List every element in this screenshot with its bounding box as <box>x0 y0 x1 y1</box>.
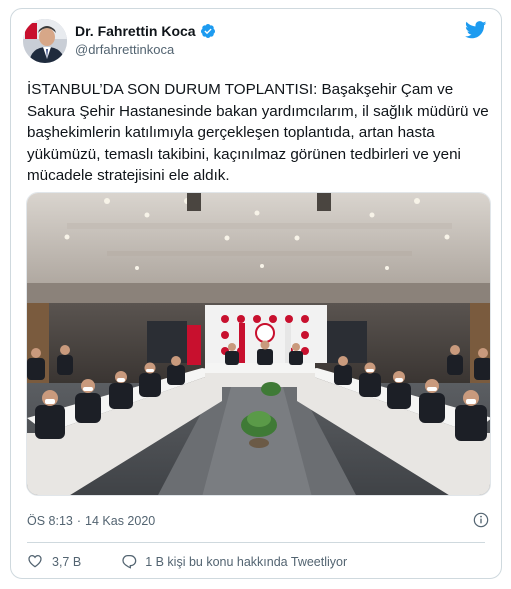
verified-badge-icon <box>200 23 216 39</box>
tweet-photo[interactable] <box>26 192 491 496</box>
reply-conversation-link[interactable]: 1 B kişi bu konu hakkında Tweetliyor <box>121 553 347 572</box>
tweet-date[interactable]: 14 Kas 2020 <box>85 514 155 528</box>
meta-separator: · <box>76 514 82 528</box>
twitter-bird-icon[interactable] <box>465 21 487 39</box>
like-button[interactable]: 3,7 B <box>27 553 81 572</box>
like-count: 3,7 B <box>52 555 82 569</box>
reply-text: 1 B kişi bu konu hakkında Tweetliyor <box>145 555 348 569</box>
avatar[interactable] <box>23 19 67 63</box>
info-icon[interactable] <box>473 512 489 528</box>
divider <box>27 542 485 543</box>
tweet-actions: 3,7 B 1 B kişi bu konu hakkında Tweetliy… <box>27 552 347 572</box>
tweet-time[interactable]: ÖS 8:13 <box>27 514 73 528</box>
heart-icon <box>27 553 43 572</box>
reply-bubble-icon <box>121 553 137 572</box>
author-display-name[interactable]: Dr. Fahrettin Koca <box>75 23 196 39</box>
tweet-card: Dr. Fahrettin Koca @drfahrettinkoca İSTA… <box>10 8 502 579</box>
tweet-text: İSTANBUL’DA SON DURUM TOPLANTISI: Başakş… <box>27 81 489 184</box>
author-info: Dr. Fahrettin Koca @drfahrettinkoca <box>75 23 216 57</box>
tweet-meta: ÖS 8:13 · 14 Kas 2020 <box>27 512 489 528</box>
author-handle[interactable]: @drfahrettinkoca <box>75 42 216 57</box>
